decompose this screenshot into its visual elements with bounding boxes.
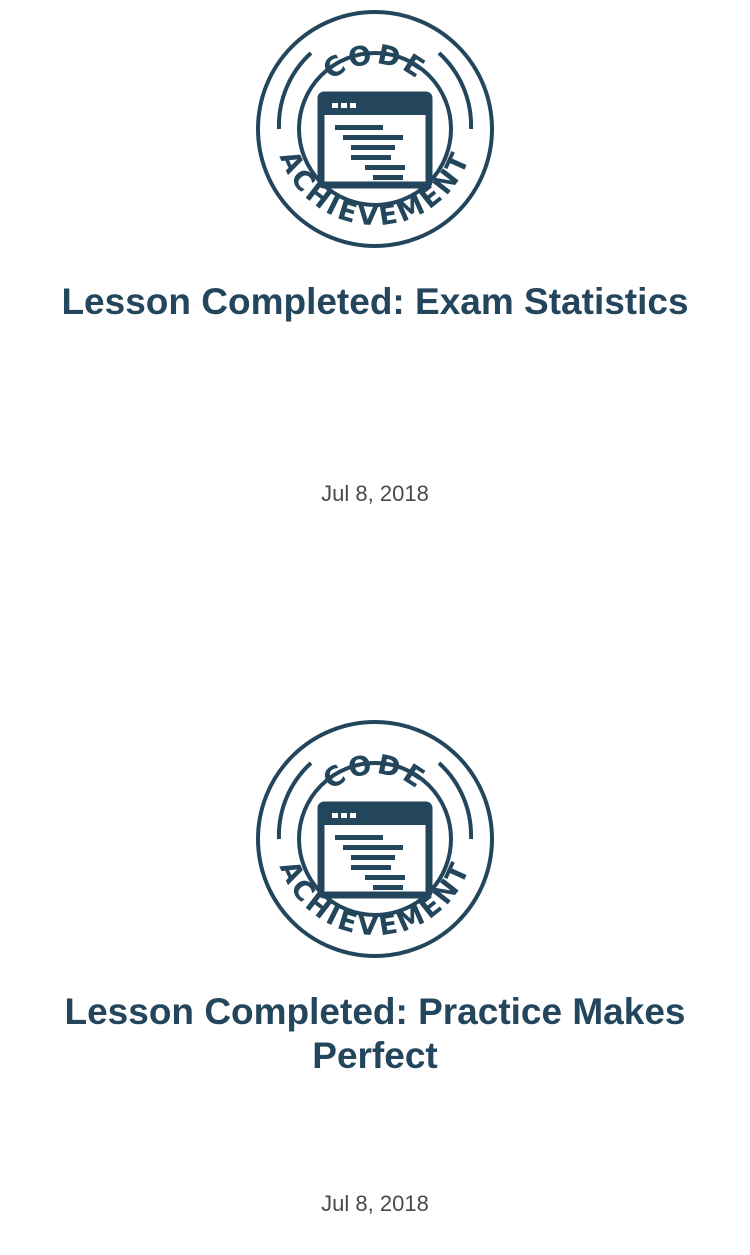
achievement-card: CODE ACHIEVEMENT Lesson Completed: Pract… xyxy=(0,710,750,1255)
code-achievement-badge-icon[interactable]: CODE ACHIEVEMENT xyxy=(255,9,495,249)
badge-top-text: CODE xyxy=(318,749,432,796)
achievement-title[interactable]: Lesson Completed: Practice Makes Perfect xyxy=(40,990,710,1078)
badge-top-text: CODE xyxy=(318,39,432,86)
code-achievement-badge-icon[interactable]: CODE ACHIEVEMENT xyxy=(255,719,495,959)
achievement-date: Jul 8, 2018 xyxy=(321,1191,429,1216)
achievement-title[interactable]: Lesson Completed: Exam Statistics xyxy=(40,280,710,324)
achievement-date: Jul 8, 2018 xyxy=(321,481,429,506)
code-window-icon xyxy=(317,801,433,899)
achievement-card: CODE ACHIEVEMENT Lesson Completed: Exam … xyxy=(0,0,750,710)
code-window-icon xyxy=(317,91,433,189)
